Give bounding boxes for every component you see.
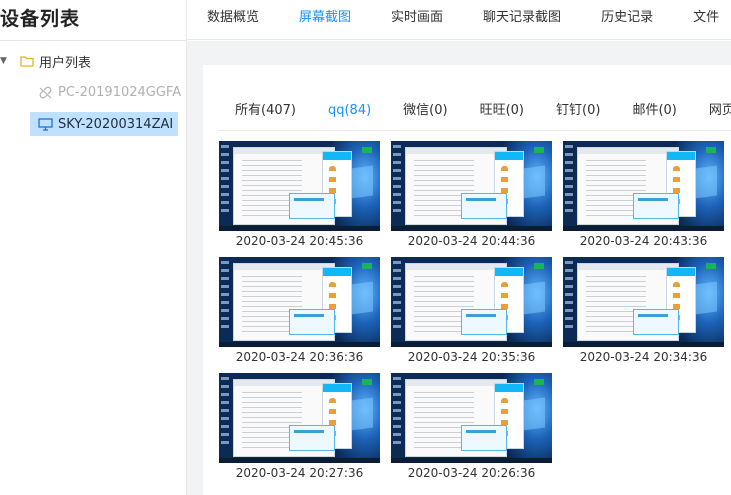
- screenshot-card[interactable]: 2020-03-24 20:26:36: [391, 373, 552, 483]
- device-node-online[interactable]: SKY-20200314ZAI: [30, 112, 178, 136]
- device-node-offline[interactable]: PC-20191024GGFA: [38, 80, 187, 104]
- device-sidebar: 设备列表 ▼ 用户列表 PC-20191024GGFA SKY-20200314…: [0, 0, 187, 495]
- screenshot-card[interactable]: 2020-03-24 20:36:36: [219, 257, 380, 367]
- tab-data-overview[interactable]: 数据概览: [187, 0, 279, 39]
- screenshot-thumbnail[interactable]: [219, 257, 380, 347]
- sidebar-title: 设备列表: [0, 8, 81, 30]
- screenshot-card[interactable]: 2020-03-24 20:45:36: [219, 141, 380, 251]
- screenshot-thumbnail[interactable]: [219, 141, 380, 231]
- sidebar-divider: [0, 40, 187, 41]
- monitor-icon: [38, 117, 53, 131]
- tab-screenshots[interactable]: 屏幕截图: [279, 0, 371, 39]
- tab-live-view[interactable]: 实时画面: [371, 0, 463, 39]
- screenshot-card[interactable]: 2020-03-24 20:35:36: [391, 257, 552, 367]
- content-area: 所有(407) qq(84) 微信(0) 旺旺(0) 钉钉(0) 邮件(0) 网…: [187, 41, 731, 495]
- screenshot-thumbnail[interactable]: [391, 373, 552, 463]
- screenshot-card[interactable]: 2020-03-24 20:27:36: [219, 373, 380, 483]
- device-label: SKY-20200314ZAI: [58, 116, 174, 132]
- tab-chat-screenshots[interactable]: 聊天记录截图: [463, 0, 581, 39]
- screenshot-timestamp: 2020-03-24 20:26:36: [407, 466, 536, 480]
- screenshot-timestamp: 2020-03-24 20:36:36: [235, 350, 364, 364]
- screenshot-thumbnail[interactable]: [391, 141, 552, 231]
- subtab-all[interactable]: 所有(407): [219, 91, 312, 130]
- subtab-wechat[interactable]: 微信(0): [387, 91, 463, 130]
- screenshot-thumbnail[interactable]: [563, 141, 724, 231]
- screenshot-timestamp: 2020-03-24 20:44:36: [407, 234, 536, 248]
- tree-root-user-list[interactable]: ▼ 用户列表: [0, 50, 91, 72]
- screenshot-thumbnail[interactable]: [219, 373, 380, 463]
- tab-files[interactable]: 文件: [673, 0, 731, 39]
- screenshot-panel: 所有(407) qq(84) 微信(0) 旺旺(0) 钉钉(0) 邮件(0) 网…: [203, 65, 731, 495]
- screenshot-timestamp: 2020-03-24 20:35:36: [407, 350, 536, 364]
- folder-icon: [20, 56, 34, 67]
- main-tab-bar: 数据概览 屏幕截图 实时画面 聊天记录截图 历史记录 文件: [187, 0, 731, 40]
- screenshot-thumbnail[interactable]: [391, 257, 552, 347]
- subtab-dingtalk[interactable]: 钉钉(0): [540, 91, 616, 130]
- screenshot-timestamp: 2020-03-24 20:27:36: [235, 466, 364, 480]
- tree-root-label: 用户列表: [39, 55, 92, 71]
- app-filter-tabs: 所有(407) qq(84) 微信(0) 旺旺(0) 钉钉(0) 邮件(0) 网…: [219, 91, 731, 131]
- screenshot-thumbnail[interactable]: [563, 257, 724, 347]
- screenshot-card[interactable]: 2020-03-24 20:44:36: [391, 141, 552, 251]
- caret-down-icon[interactable]: ▼: [0, 56, 10, 66]
- screenshot-card[interactable]: 2020-03-24 20:34:36: [563, 257, 724, 367]
- link-broken-icon: [39, 86, 52, 98]
- subtab-web[interactable]: 网页: [693, 91, 731, 130]
- screenshot-timestamp: 2020-03-24 20:43:36: [579, 234, 708, 248]
- screenshot-timestamp: 2020-03-24 20:34:36: [579, 350, 708, 364]
- screenshot-card[interactable]: 2020-03-24 20:43:36: [563, 141, 724, 251]
- tab-history[interactable]: 历史记录: [581, 0, 673, 39]
- device-label: PC-20191024GGFA: [58, 84, 182, 100]
- subtab-email[interactable]: 邮件(0): [616, 91, 692, 130]
- screenshot-timestamp: 2020-03-24 20:45:36: [235, 234, 364, 248]
- subtab-wangwang[interactable]: 旺旺(0): [464, 91, 540, 130]
- subtab-qq[interactable]: qq(84): [312, 91, 387, 130]
